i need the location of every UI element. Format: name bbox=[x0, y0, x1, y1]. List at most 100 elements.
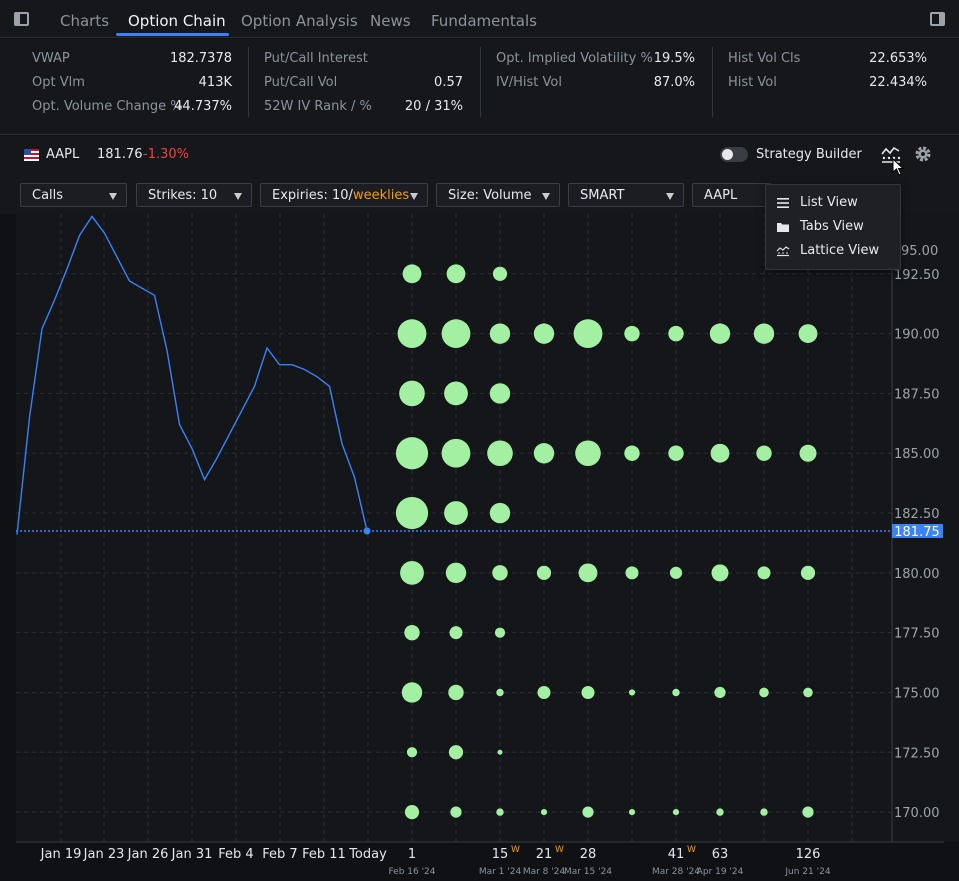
strategy-builder-toggle[interactable] bbox=[720, 147, 748, 162]
volume-bubble[interactable] bbox=[714, 686, 726, 699]
volume-bubble[interactable] bbox=[401, 682, 423, 703]
exchange-dropdown[interactable]: SMART bbox=[568, 183, 684, 207]
strike-tick-label: 170.00 bbox=[894, 806, 940, 821]
volume-bubble[interactable] bbox=[496, 688, 504, 697]
volume-bubble[interactable] bbox=[533, 443, 555, 464]
volume-bubble[interactable] bbox=[444, 381, 468, 406]
volume-bubble[interactable] bbox=[711, 564, 729, 582]
volume-bubble[interactable] bbox=[537, 685, 551, 699]
volume-bubble[interactable] bbox=[494, 627, 506, 638]
expiry-date-label: Feb 16 '24 bbox=[388, 867, 435, 877]
menu-item-lattice-view[interactable]: Lattice View bbox=[766, 239, 900, 263]
volume-bubble[interactable] bbox=[445, 562, 467, 584]
volume-bubble[interactable] bbox=[759, 687, 769, 698]
strike-tick-label: 177.50 bbox=[894, 627, 940, 642]
volume-bubble[interactable] bbox=[489, 383, 511, 404]
current-price-label: 181.75 bbox=[894, 525, 940, 540]
volume-bubble[interactable] bbox=[450, 806, 462, 818]
volume-bubble[interactable] bbox=[441, 319, 471, 349]
volume-bubble[interactable] bbox=[668, 325, 684, 342]
volume-bubble[interactable] bbox=[444, 501, 468, 525]
expiry-days-label: 63 bbox=[712, 847, 729, 862]
volume-bubble[interactable] bbox=[628, 808, 636, 816]
stat-value: 87.0% bbox=[653, 75, 695, 90]
volume-bubble[interactable] bbox=[492, 565, 508, 581]
left-panel-toggle-icon[interactable] bbox=[14, 12, 29, 26]
stat-value: 413K bbox=[198, 75, 232, 90]
volume-bubble[interactable] bbox=[489, 323, 511, 344]
volume-bubble[interactable] bbox=[397, 319, 427, 349]
volume-bubble[interactable] bbox=[496, 808, 504, 816]
tab-fundamentals[interactable]: Fundamentals bbox=[431, 12, 537, 30]
tab-news[interactable]: News bbox=[370, 12, 411, 30]
volume-bubble[interactable] bbox=[536, 565, 552, 580]
volume-bubble[interactable] bbox=[404, 624, 420, 641]
calls-dropdown[interactable]: Calls bbox=[20, 183, 127, 207]
volume-bubble[interactable] bbox=[716, 808, 724, 816]
volume-bubble[interactable] bbox=[760, 808, 768, 816]
volume-bubble[interactable] bbox=[800, 565, 816, 580]
volume-bubble[interactable] bbox=[487, 440, 513, 467]
volume-bubble[interactable] bbox=[581, 685, 595, 699]
stat-label: Opt. Implied Volatility % bbox=[496, 51, 653, 66]
volume-bubble[interactable] bbox=[668, 445, 684, 461]
volume-bubble[interactable] bbox=[669, 566, 683, 579]
volume-bubble[interactable] bbox=[628, 689, 636, 696]
volume-bubble[interactable] bbox=[395, 437, 429, 470]
volume-bubble[interactable] bbox=[799, 444, 817, 462]
volume-bubble[interactable] bbox=[446, 264, 466, 284]
volume-bubble[interactable] bbox=[798, 324, 818, 344]
volume-bubble[interactable] bbox=[625, 566, 639, 580]
tab-option-chain[interactable]: Option Chain bbox=[128, 12, 226, 30]
menu-item-list-view[interactable]: List View bbox=[766, 191, 900, 215]
volume-bubble[interactable] bbox=[757, 566, 771, 580]
volume-bubble[interactable] bbox=[540, 808, 548, 816]
volume-bubble[interactable] bbox=[753, 323, 775, 344]
volume-bubble[interactable] bbox=[400, 560, 424, 585]
volume-bubble[interactable] bbox=[448, 745, 464, 760]
volume-bubble[interactable] bbox=[399, 380, 425, 407]
strikes-dropdown[interactable]: Strikes: 10 bbox=[136, 183, 252, 207]
volume-bubble[interactable] bbox=[395, 496, 429, 530]
volume-bubble[interactable] bbox=[624, 445, 640, 461]
stat-row: Hist Vol 22.434% bbox=[728, 71, 927, 95]
exchange-dropdown-label: SMART bbox=[580, 188, 625, 203]
right-panel-toggle-icon[interactable] bbox=[930, 12, 945, 26]
volume-bubble[interactable] bbox=[573, 319, 603, 349]
tab-option-analysis[interactable]: Option Analysis bbox=[241, 12, 358, 30]
volume-bubble[interactable] bbox=[709, 323, 731, 344]
strike-tick-label: 185.00 bbox=[894, 447, 940, 462]
volume-bubble[interactable] bbox=[449, 626, 463, 640]
stat-row: Opt. Implied Volatility % 19.5% bbox=[496, 47, 695, 71]
stat-value: 22.653% bbox=[869, 51, 927, 66]
tab-charts[interactable]: Charts bbox=[60, 12, 109, 30]
size-dropdown[interactable]: Size: Volume bbox=[436, 183, 560, 207]
volume-bubble[interactable] bbox=[406, 747, 418, 758]
volume-bubble[interactable] bbox=[492, 266, 508, 281]
volume-bubble[interactable] bbox=[404, 804, 420, 820]
volume-bubble[interactable] bbox=[533, 323, 555, 344]
date-tick-label: Feb 7 bbox=[262, 847, 297, 862]
expiries-dropdown[interactable]: Expiries: 10/weeklies bbox=[260, 183, 428, 207]
menu-item-tabs-view[interactable]: Tabs View bbox=[766, 215, 900, 239]
volume-bubble[interactable] bbox=[756, 445, 772, 461]
volume-bubble[interactable] bbox=[402, 264, 422, 284]
volume-bubble[interactable] bbox=[710, 443, 730, 463]
volume-bubble[interactable] bbox=[489, 502, 511, 524]
volume-bubble[interactable] bbox=[578, 563, 598, 583]
ticker-symbol[interactable]: AAPL bbox=[46, 147, 79, 162]
underlying-dropdown[interactable]: AAPL bbox=[692, 183, 772, 207]
weekly-marker: W bbox=[555, 845, 564, 855]
volume-bubble[interactable] bbox=[582, 806, 594, 818]
volume-bubble[interactable] bbox=[672, 688, 680, 697]
stat-label: 52W IV Rank / % bbox=[264, 99, 372, 114]
volume-bubble[interactable] bbox=[624, 325, 640, 342]
settings-gear-icon[interactable] bbox=[913, 144, 933, 164]
volume-bubble[interactable] bbox=[802, 806, 814, 818]
volume-bubble[interactable] bbox=[441, 438, 471, 468]
volume-bubble[interactable] bbox=[672, 808, 680, 816]
volume-bubble[interactable] bbox=[575, 440, 601, 467]
volume-bubble[interactable] bbox=[497, 749, 503, 755]
volume-bubble[interactable] bbox=[448, 684, 464, 701]
volume-bubble[interactable] bbox=[803, 687, 813, 698]
